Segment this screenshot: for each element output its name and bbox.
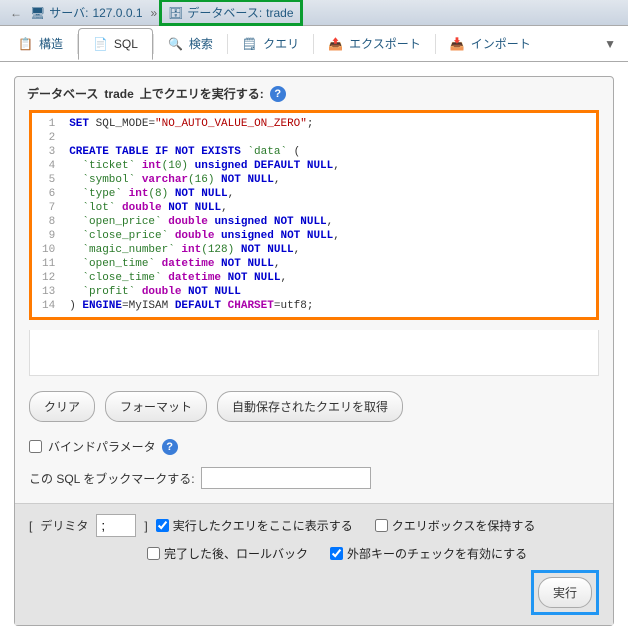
- breadcrumb: ← 🖥 サーバ: 127.0.0.1 » 🗄 データベース: trade: [0, 0, 628, 26]
- fk-check-option[interactable]: 外部キーのチェックを有効にする: [330, 545, 527, 562]
- server-value: 127.0.0.1: [92, 6, 142, 20]
- tab-export[interactable]: 📤 エクスポート: [314, 27, 435, 60]
- tab-query[interactable]: 🗒 クエリ: [228, 27, 313, 60]
- bracket-close: ]: [144, 519, 147, 533]
- breadcrumb-server[interactable]: 🖥 サーバ: 127.0.0.1: [24, 4, 149, 21]
- editor-extra-space[interactable]: [29, 330, 599, 376]
- tab-structure[interactable]: 📋 構造: [4, 27, 77, 60]
- execute-highlight: 実行: [531, 570, 599, 615]
- code-area[interactable]: SET SQL_MODE="NO_AUTO_VALUE_ON_ZERO"; CR…: [61, 113, 348, 317]
- sql-icon: 📄: [93, 37, 108, 51]
- format-button[interactable]: フォーマット: [105, 391, 207, 422]
- help-icon[interactable]: ?: [270, 86, 286, 102]
- db-value: trade: [266, 6, 293, 20]
- panel-header: データベース trade 上でクエリを実行する: ?: [15, 77, 613, 110]
- import-icon: 📥: [450, 37, 465, 51]
- get-saved-button[interactable]: 自動保存されたクエリを取得: [217, 391, 403, 422]
- sql-editor[interactable]: 1 2 3 4 5 6 7 8 9 10 11 12 13 14 SET SQL…: [29, 110, 599, 320]
- panel-title-db: trade: [104, 87, 133, 101]
- rollback-option[interactable]: 完了した後、ロールバック: [147, 545, 308, 562]
- database-icon: 🗄: [168, 6, 183, 20]
- tab-search-label: 検索: [189, 35, 213, 52]
- tab-sql-label: SQL: [114, 37, 138, 51]
- bookmark-row: この SQL をブックマークする:: [15, 461, 613, 503]
- export-icon: 📤: [328, 37, 343, 51]
- tab-sql[interactable]: 📄 SQL: [78, 28, 153, 60]
- bind-params-checkbox[interactable]: [29, 440, 42, 453]
- bracket-open: [: [29, 519, 32, 533]
- delimiter-input[interactable]: [96, 514, 136, 537]
- tab-search[interactable]: 🔍 検索: [154, 27, 227, 60]
- tab-bar: 📋 構造 📄 SQL 🔍 検索 🗒 クエリ 📤 エクスポート 📥 インポート ▼: [0, 26, 628, 62]
- server-icon: 🖥: [30, 6, 45, 20]
- bookmark-label: この SQL をブックマークする:: [29, 470, 195, 487]
- search-icon: 🔍: [168, 37, 183, 51]
- breadcrumb-database[interactable]: 🗄 データベース: trade: [159, 0, 302, 26]
- help-icon[interactable]: ?: [162, 439, 178, 455]
- breadcrumb-home-icon[interactable]: ←: [8, 6, 24, 20]
- structure-icon: 📋: [18, 37, 33, 51]
- tab-more[interactable]: ▼: [596, 31, 624, 57]
- panel-title-suffix: 上でクエリを実行する:: [140, 85, 264, 102]
- execute-button[interactable]: 実行: [538, 577, 592, 608]
- tab-import-label: インポート: [471, 35, 531, 52]
- tab-query-label: クエリ: [263, 35, 299, 52]
- query-icon: 🗒: [242, 37, 257, 51]
- tab-export-label: エクスポート: [349, 35, 421, 52]
- db-label: データベース:: [187, 4, 262, 21]
- server-label: サーバ:: [49, 4, 88, 21]
- retain-box-checkbox[interactable]: [375, 519, 388, 532]
- breadcrumb-sep: »: [149, 6, 160, 20]
- panel-title-prefix: データベース: [27, 85, 98, 102]
- sql-panel: データベース trade 上でクエリを実行する: ? 1 2 3 4 5 6 7…: [14, 76, 614, 626]
- bind-params-row: バインドパラメータ ?: [15, 432, 613, 461]
- button-row: クリア フォーマット 自動保存されたクエリを取得: [15, 386, 613, 432]
- tab-import[interactable]: 📥 インポート: [436, 27, 545, 60]
- tab-structure-label: 構造: [39, 35, 63, 52]
- show-query-checkbox[interactable]: [156, 519, 169, 532]
- delimiter-label: デリミタ: [40, 517, 88, 534]
- rollback-checkbox[interactable]: [147, 547, 160, 560]
- footer: [ デリミタ ] 実行したクエリをここに表示する クエリボックスを保持する 完了…: [15, 503, 613, 625]
- bind-params-label: バインドパラメータ: [48, 438, 156, 455]
- line-gutter: 1 2 3 4 5 6 7 8 9 10 11 12 13 14: [32, 113, 61, 317]
- retain-box-option[interactable]: クエリボックスを保持する: [375, 517, 536, 534]
- clear-button[interactable]: クリア: [29, 391, 95, 422]
- fk-check-checkbox[interactable]: [330, 547, 343, 560]
- show-query-option[interactable]: 実行したクエリをここに表示する: [156, 517, 353, 534]
- bookmark-input[interactable]: [201, 467, 371, 489]
